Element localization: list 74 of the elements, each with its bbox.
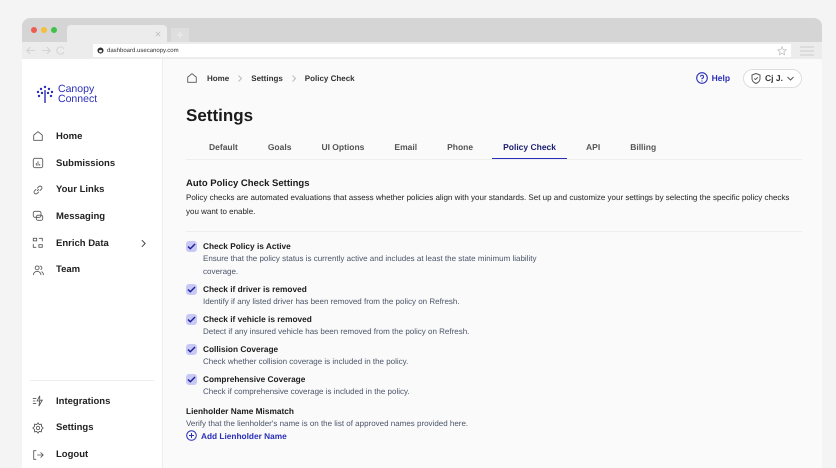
team-icon bbox=[32, 264, 44, 276]
settings-tab[interactable]: Email bbox=[383, 139, 428, 159]
shield-icon bbox=[751, 72, 762, 84]
help-link[interactable]: Help bbox=[696, 72, 730, 84]
browser-tab[interactable] bbox=[67, 25, 167, 42]
tree-logo-icon bbox=[35, 85, 55, 103]
sidebar-item[interactable]: Settings bbox=[32, 414, 162, 442]
checkbox[interactable] bbox=[186, 241, 197, 252]
checkbox[interactable] bbox=[186, 374, 197, 385]
settings-tab[interactable]: Goals bbox=[256, 139, 302, 159]
chart-icon bbox=[32, 157, 44, 170]
checkbox[interactable] bbox=[186, 314, 197, 325]
settings-tab[interactable]: API bbox=[575, 139, 612, 159]
section-title: Auto Policy Check Settings bbox=[186, 178, 310, 189]
close-icon[interactable] bbox=[155, 30, 161, 36]
breadcrumb-link[interactable]: Home bbox=[207, 74, 230, 82]
home-icon bbox=[32, 130, 44, 142]
user-menu-button[interactable]: Cj J. bbox=[743, 68, 802, 88]
logout-icon bbox=[32, 448, 44, 461]
new-tab-button[interactable] bbox=[171, 28, 189, 42]
check-title: Collision Coverage bbox=[203, 343, 278, 355]
settings-tab[interactable]: UI Options bbox=[310, 139, 376, 159]
section-title: Lienholder Name Mismatch bbox=[186, 405, 294, 417]
sidebar-item[interactable]: Enrich Data bbox=[32, 230, 162, 256]
chat-icon bbox=[32, 210, 44, 222]
minimize-dot[interactable] bbox=[41, 27, 47, 33]
sidebar-item[interactable]: Integrations bbox=[32, 388, 162, 415]
sidebar-item[interactable]: Team bbox=[32, 256, 162, 284]
check-description: Ensure that the policy status is currently active and includes at least the state minimum liability coverage. bbox=[203, 253, 538, 278]
back-icon[interactable] bbox=[26, 46, 36, 55]
settings-tab[interactable]: Default bbox=[198, 139, 249, 159]
sidebar-item[interactable]: Logout bbox=[32, 441, 162, 468]
page-title: Settings bbox=[186, 106, 254, 126]
check-description: Check whether collision coverage is included in the policy. bbox=[203, 356, 408, 368]
maximize-dot[interactable] bbox=[51, 27, 57, 33]
chevron-right-icon bbox=[141, 238, 146, 248]
help-icon bbox=[696, 72, 708, 84]
sidebar-item[interactable]: Your Links bbox=[32, 176, 162, 204]
integrations-icon bbox=[32, 395, 44, 408]
close-dot[interactable] bbox=[31, 27, 37, 33]
settings-tab[interactable]: Billing bbox=[619, 139, 668, 159]
breadcrumb-link[interactable]: Settings bbox=[251, 74, 283, 82]
breadcrumb-link[interactable]: Policy Check bbox=[304, 74, 355, 82]
section-description: Verify that the lienholder's name is on the list of approved names provided here. bbox=[186, 418, 468, 430]
add-lienholder-link[interactable]: Add Lienholder Name bbox=[186, 430, 287, 441]
reload-icon[interactable] bbox=[56, 46, 66, 55]
forward-icon[interactable] bbox=[41, 46, 51, 55]
data-icon bbox=[32, 237, 44, 250]
chevron-down-icon bbox=[787, 76, 794, 80]
star-icon[interactable] bbox=[777, 46, 787, 56]
breadcrumb-separator bbox=[238, 74, 242, 82]
check-description: Identify if any listed driver has been removed from the policy on Refresh. bbox=[203, 296, 460, 308]
checkbox[interactable] bbox=[186, 344, 197, 355]
check-title: Comprehensive Coverage bbox=[203, 373, 306, 385]
link-icon bbox=[32, 184, 44, 196]
check-title: Check if driver is removed bbox=[203, 283, 307, 295]
checkbox[interactable] bbox=[186, 284, 197, 295]
check-description: Detect if any insured vehicle has been removed from the policy on Refresh. bbox=[203, 326, 470, 338]
sidebar-item[interactable]: Submissions bbox=[32, 150, 162, 176]
gear-icon bbox=[32, 422, 44, 434]
check-title: Check if vehicle is removed bbox=[203, 313, 312, 325]
sidebar-item[interactable]: Home bbox=[32, 123, 162, 150]
menu-icon[interactable] bbox=[800, 46, 814, 56]
home-icon[interactable] bbox=[186, 72, 198, 84]
sidebar-item[interactable]: Messaging bbox=[32, 203, 162, 230]
check-title: Check Policy is Active bbox=[203, 240, 291, 252]
check-description: Check if comprehensive coverage is included in the policy. bbox=[203, 386, 410, 398]
lock-icon bbox=[97, 47, 104, 54]
plus-circle-icon bbox=[186, 430, 197, 441]
settings-tab[interactable]: Phone bbox=[436, 139, 484, 159]
logo-text: Canopy Connect bbox=[58, 84, 98, 104]
section-description: Policy checks are automated evaluations that assess whether policies align with your standards. Set up and customize your settings by selecting the specific policy checks you want to enable. bbox=[186, 192, 790, 218]
breadcrumb-separator bbox=[292, 74, 296, 82]
settings-tab[interactable]: Policy Check bbox=[492, 139, 568, 159]
